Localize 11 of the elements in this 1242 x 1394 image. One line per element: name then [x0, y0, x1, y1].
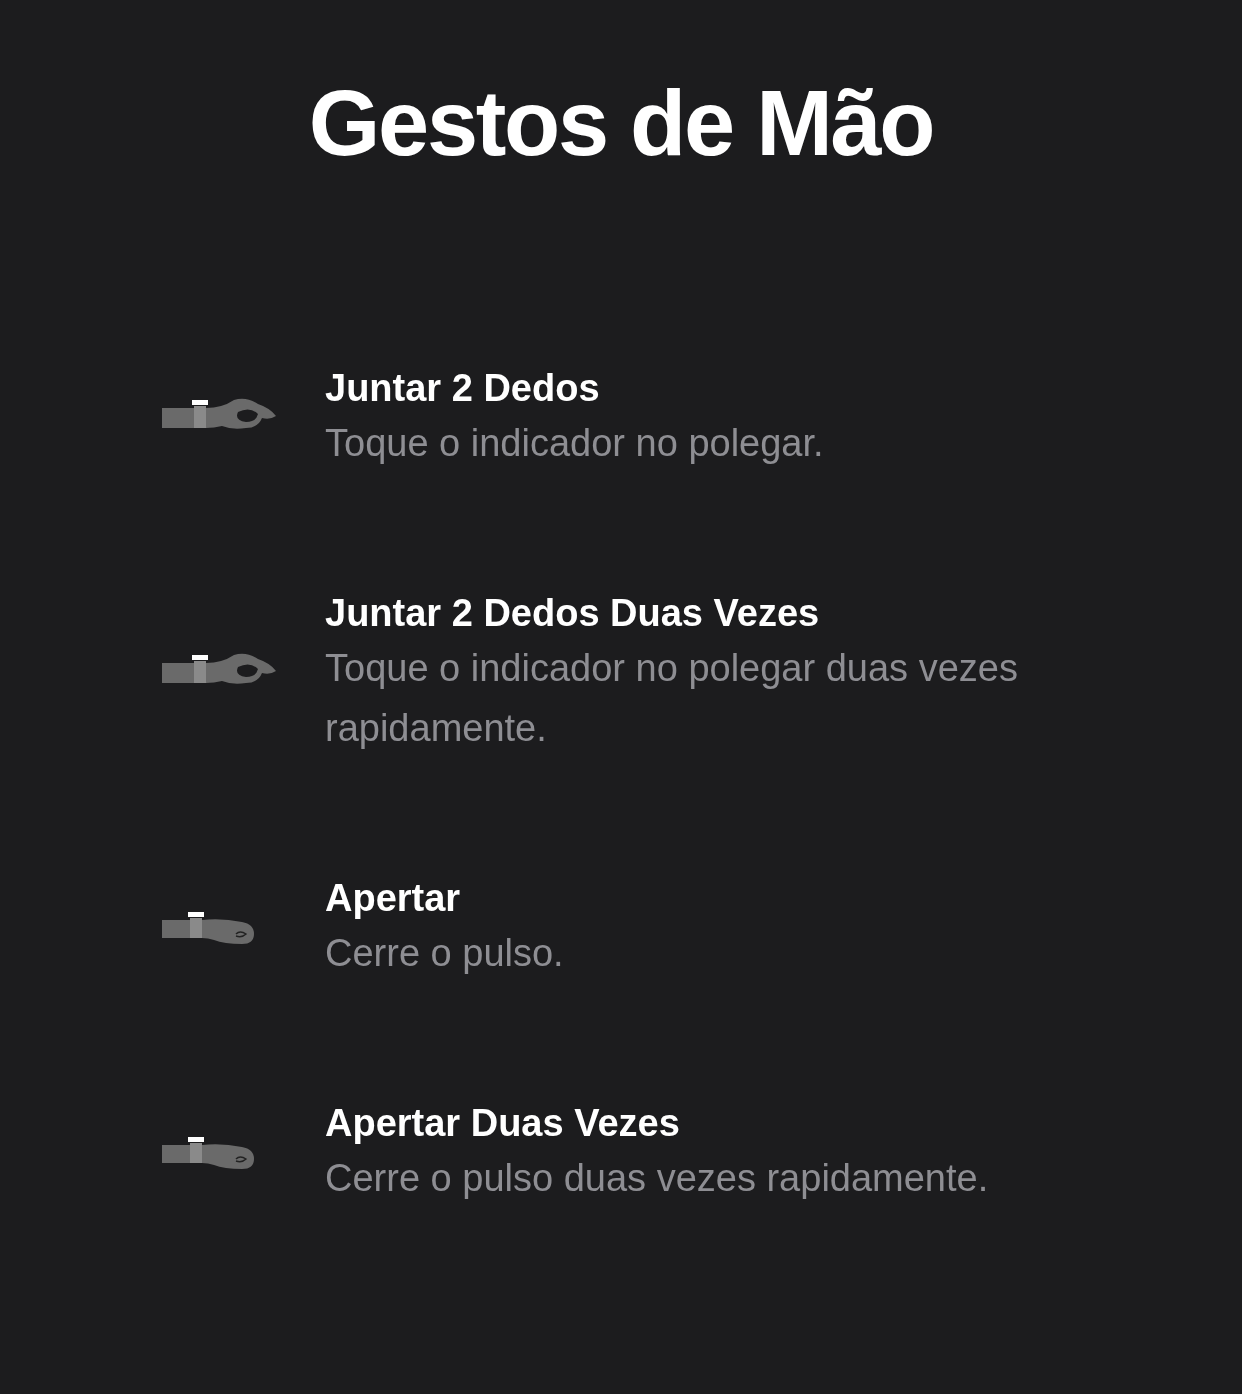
gesture-title: Juntar 2 Dedos	[325, 366, 601, 411]
page-title: Gestos de Mão	[308, 71, 934, 176]
gesture-title: Apertar Duas Vezes	[325, 1101, 681, 1146]
gesture-title: Juntar 2 Dedos Duas Vezes	[325, 591, 821, 636]
fist-icon	[162, 910, 256, 946]
gesture-description: Toque o indicador no polegar duas vezes rapidamente.	[325, 646, 1019, 751]
gesture-description: Toque o indicador no polegar.	[325, 421, 824, 466]
gesture-description: Cerre o pulso.	[325, 931, 564, 976]
gesture-title: Apertar	[325, 876, 462, 921]
fist-icon	[162, 1135, 256, 1171]
gesture-description: Cerre o pulso duas vezes rapidamente.	[325, 1156, 989, 1201]
